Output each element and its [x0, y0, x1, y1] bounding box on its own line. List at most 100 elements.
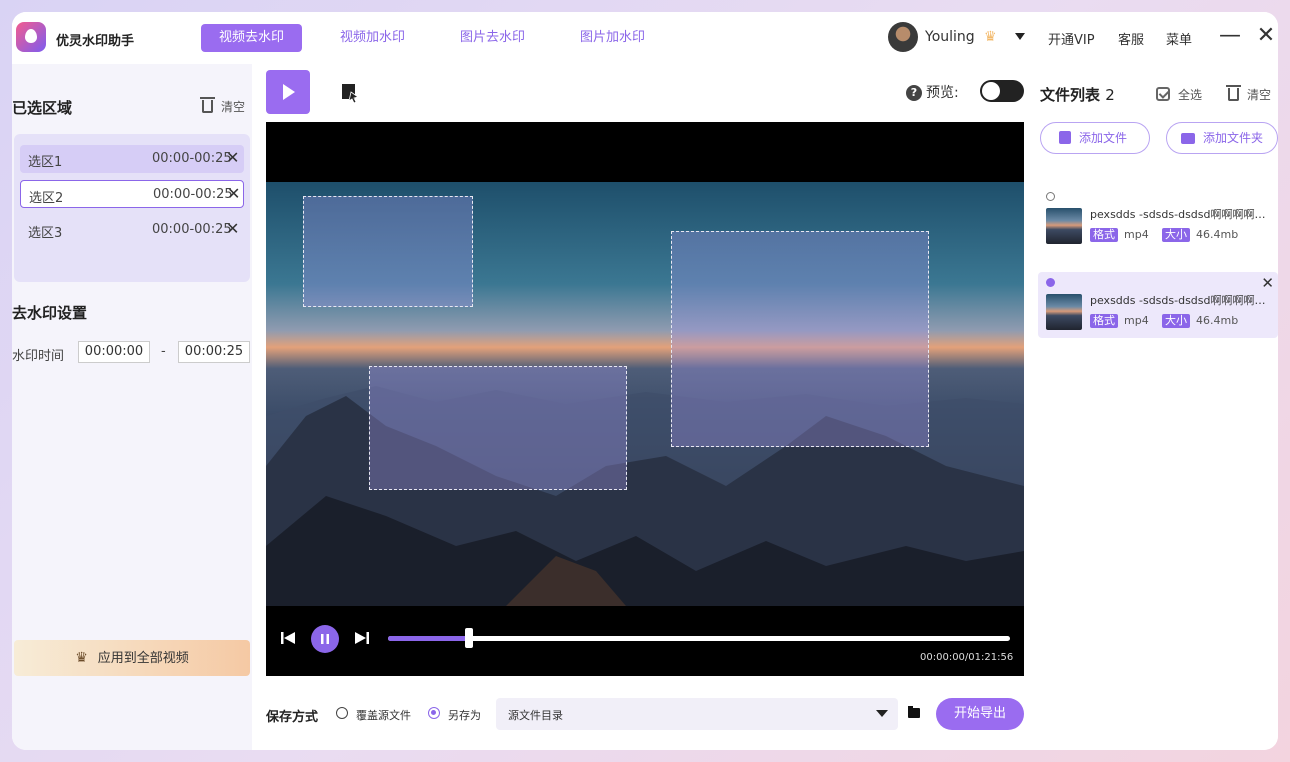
- time-separator: -: [161, 344, 166, 359]
- region-tool-button[interactable]: [328, 70, 372, 114]
- tab-video-add-watermark[interactable]: 视频加水印: [322, 24, 423, 52]
- region-list: 选区1 00:00-00:25 ✕ 选区2 00:00-00:25 ✕ 选区3 …: [14, 134, 250, 282]
- tab-video-remove-watermark[interactable]: 视频去水印: [201, 24, 303, 52]
- title-bar: 优灵水印助手 视频去水印 视频加水印 图片去水印 图片加水印 Youling ♛…: [12, 12, 1278, 64]
- clear-files-button[interactable]: 清空: [1226, 85, 1272, 103]
- file-list-title-text: 文件列表: [1040, 86, 1101, 104]
- output-directory-select[interactable]: 源文件目录: [496, 698, 898, 730]
- video-frame: [266, 182, 1024, 606]
- file-list-title: 文件列表 2: [1040, 84, 1115, 105]
- close-icon[interactable]: ✕: [1261, 274, 1274, 292]
- app-window: 优灵水印助手 视频去水印 视频加水印 图片去水印 图片加水印 Youling ♛…: [12, 12, 1278, 750]
- username[interactable]: Youling: [925, 29, 975, 45]
- file-format: mp4: [1124, 314, 1149, 327]
- clear-regions-button[interactable]: 清空: [200, 97, 246, 115]
- region-name: 选区2: [29, 191, 64, 206]
- dropdown-arrow-icon: [876, 710, 888, 717]
- file-count: 2: [1105, 86, 1115, 104]
- file-list-panel: 文件列表 2 全选 清空 添加文件 添加文件夹 pexsdds -sdsds-d…: [1038, 64, 1278, 750]
- add-file-label: 添加文件: [1079, 131, 1128, 145]
- save-as-label[interactable]: 另存为: [448, 707, 481, 723]
- close-icon[interactable]: ✕: [226, 148, 239, 167]
- video-player: 00:00:00/01:21:56: [266, 122, 1024, 676]
- preview-label: 预览:: [926, 85, 959, 101]
- minimize-button[interactable]: —: [1218, 24, 1242, 48]
- customer-service-link[interactable]: 客服: [1118, 29, 1144, 48]
- pointer-icon: [283, 84, 295, 100]
- start-export-button[interactable]: 开始导出: [936, 698, 1024, 730]
- watermark-region-1[interactable]: [303, 196, 473, 307]
- file-name: pexsdds -sdsds-dsdsd啊啊啊啊啊啊啊: [1090, 208, 1274, 221]
- file-name: pexsdds -sdsds-dsdsd啊啊啊啊啊啊啊: [1090, 294, 1274, 307]
- region-item[interactable]: 选区3 00:00-00:25 ✕: [20, 216, 244, 244]
- overwrite-radio[interactable]: [336, 707, 348, 719]
- trash-icon: [200, 97, 215, 113]
- preview-toggle[interactable]: [980, 80, 1024, 102]
- pause-button[interactable]: [310, 624, 340, 654]
- skip-back-icon[interactable]: [280, 630, 296, 646]
- add-file-icon: [1059, 131, 1071, 144]
- file-list-item[interactable]: pexsdds -sdsds-dsdsd啊啊啊啊啊啊啊 格式 mp4 大小 46…: [1038, 186, 1278, 252]
- region-time: 00:00-00:25: [152, 151, 232, 166]
- help-icon[interactable]: ?: [906, 85, 922, 101]
- player-controls: 00:00:00/01:21:56: [266, 606, 1024, 676]
- region-select-icon: [342, 84, 359, 104]
- region-name: 选区3: [28, 226, 63, 241]
- tab-image-add-watermark[interactable]: 图片加水印: [562, 24, 663, 52]
- avatar[interactable]: [888, 22, 918, 52]
- watermark-settings-title: 去水印设置: [12, 304, 88, 322]
- save-method-label: 保存方式: [266, 710, 319, 725]
- app-name: 优灵水印助手: [56, 34, 135, 49]
- select-tool-button[interactable]: [266, 70, 310, 114]
- left-panel: 已选区域 清空 选区1 00:00-00:25 ✕ 选区2 00:00-00:2…: [12, 64, 252, 750]
- video-thumbnail: [1046, 208, 1082, 244]
- folder-icon[interactable]: [908, 706, 920, 718]
- output-directory-value: 源文件目录: [508, 709, 563, 722]
- tab-image-remove-watermark[interactable]: 图片去水印: [442, 24, 543, 52]
- apply-label: 应用到全部视频: [97, 651, 189, 666]
- file-format: mp4: [1124, 228, 1149, 241]
- apply-to-all-videos-button[interactable]: ♛ 应用到全部视频: [14, 640, 250, 676]
- select-all-button[interactable]: 全选: [1156, 86, 1202, 103]
- checkbox-icon: [1156, 87, 1170, 101]
- add-folder-button[interactable]: 添加文件夹: [1166, 122, 1278, 154]
- add-file-button[interactable]: 添加文件: [1040, 122, 1150, 154]
- progress-handle[interactable]: [464, 628, 473, 648]
- app-logo-icon: [16, 22, 46, 52]
- clear-regions-label: 清空: [221, 100, 246, 114]
- size-tag: 大小: [1162, 314, 1190, 328]
- region-name: 选区1: [28, 155, 63, 170]
- watermark-region-2[interactable]: [369, 366, 627, 490]
- start-time-input[interactable]: 00:00:00: [78, 341, 150, 363]
- file-size: 46.4mb: [1196, 314, 1239, 327]
- skip-forward-icon[interactable]: [354, 630, 370, 646]
- watermark-region-3[interactable]: [671, 231, 929, 447]
- chevron-down-icon[interactable]: [1015, 33, 1025, 40]
- vip-crown-icon: ♛: [984, 29, 997, 45]
- close-icon[interactable]: ✕: [227, 184, 240, 203]
- close-button[interactable]: ✕: [1254, 24, 1278, 48]
- file-list-item[interactable]: ✕ pexsdds -sdsds-dsdsd啊啊啊啊啊啊啊 格式 mp4 大小 …: [1038, 272, 1278, 338]
- format-tag: 格式: [1090, 228, 1118, 242]
- file-select-radio[interactable]: [1046, 192, 1055, 201]
- open-vip-link[interactable]: 开通VIP: [1048, 29, 1095, 48]
- overwrite-label[interactable]: 覆盖源文件: [356, 707, 411, 723]
- selected-regions-title: 已选区域: [12, 99, 73, 117]
- add-folder-label: 添加文件夹: [1203, 131, 1264, 145]
- end-time-input[interactable]: 00:00:25: [178, 341, 250, 363]
- region-item[interactable]: 选区2 00:00-00:25 ✕: [20, 180, 244, 208]
- preview-label-wrap: ? 预览:: [906, 82, 959, 102]
- region-time: 00:00-00:25: [153, 187, 233, 202]
- select-all-label: 全选: [1178, 88, 1203, 102]
- watermark-time-label: 水印时间: [12, 349, 65, 364]
- save-options: 保存方式 覆盖源文件 另存为 源文件目录 开始导出: [266, 698, 1026, 730]
- save-as-radio[interactable]: [428, 707, 440, 719]
- region-time: 00:00-00:25: [152, 222, 232, 237]
- file-select-radio[interactable]: [1046, 278, 1055, 287]
- close-icon[interactable]: ✕: [226, 219, 239, 238]
- clear-files-label: 清空: [1247, 88, 1272, 102]
- menu-link[interactable]: 菜单: [1166, 29, 1192, 48]
- progress-bar[interactable]: [388, 628, 1010, 648]
- add-folder-icon: [1181, 133, 1195, 144]
- region-item[interactable]: 选区1 00:00-00:25 ✕: [20, 145, 244, 173]
